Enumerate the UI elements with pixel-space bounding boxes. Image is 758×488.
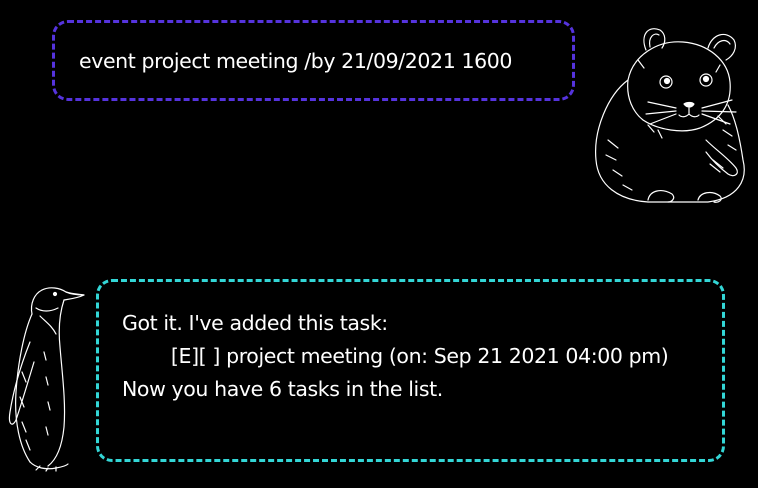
user-message-text: event project meeting /by 21/09/2021 160…	[79, 49, 513, 73]
bot-message-line-4: Now you have 6 tasks in the list.	[122, 377, 443, 401]
bot-message-line-2: [E][ ] project meeting (on: Sep 21 2021 …	[122, 344, 669, 368]
hamster-avatar	[595, 28, 745, 203]
user-message-bubble: event project meeting /by 21/09/2021 160…	[52, 20, 575, 101]
bot-message-line-1: Got it. I've added this task:	[122, 311, 388, 335]
penguin-avatar	[8, 287, 85, 472]
bot-message-bubble: Got it. I've added this task: [E][ ] pro…	[96, 279, 725, 462]
